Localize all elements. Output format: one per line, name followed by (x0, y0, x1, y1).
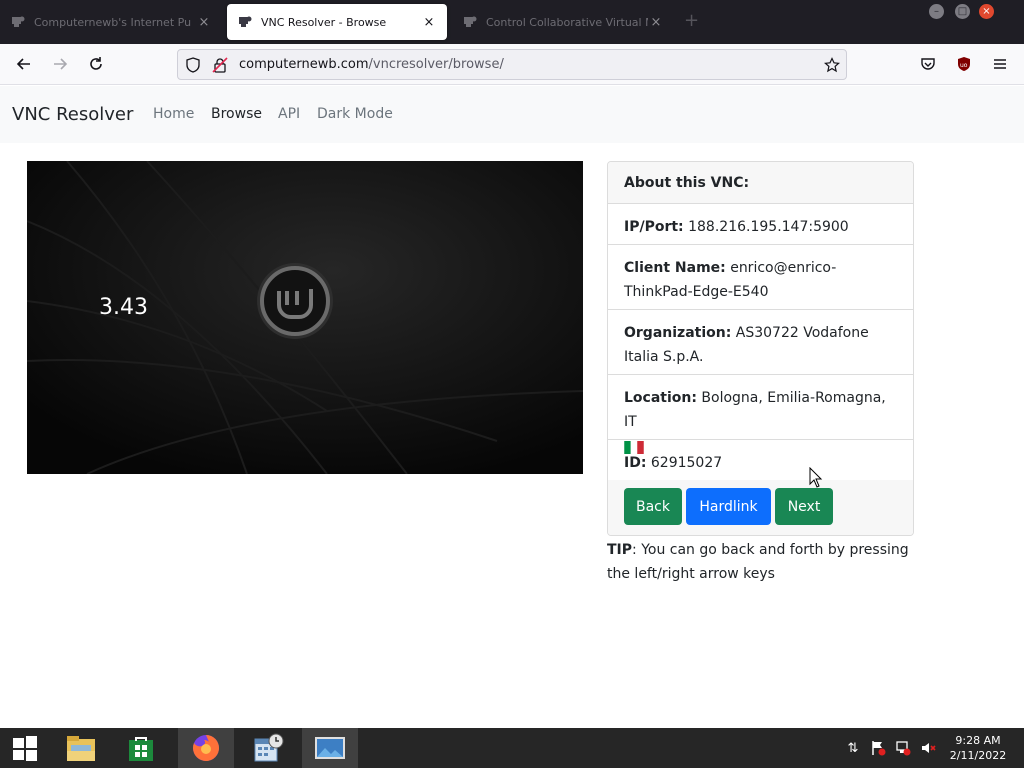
nav-link-api[interactable]: API (278, 106, 300, 122)
nav-link-home[interactable]: Home (153, 106, 194, 122)
card-header: About this VNC: (608, 162, 913, 204)
tip-body: : You can go back and forth by pressing … (607, 542, 909, 582)
tab-title: Control Collaborative Virtual M (486, 15, 648, 29)
card-footer: Back Hardlink Next (608, 480, 913, 535)
site-navbar: VNC Resolver Home Browse API Dark Mode (0, 86, 1024, 143)
close-icon[interactable]: × (196, 15, 212, 30)
new-tab-button[interactable]: + (684, 12, 699, 30)
organization-label: Organization: (624, 325, 732, 341)
url-domain: computernewb.com (239, 57, 369, 72)
back-arrow-icon[interactable] (14, 54, 34, 74)
windows-start-icon[interactable] (0, 728, 50, 768)
id-row: ID: 62915027 (608, 440, 913, 481)
back-button[interactable]: Back (624, 488, 682, 525)
id-value: 62915027 (646, 455, 723, 471)
ip-port-label: IP/Port: (624, 219, 684, 235)
minimize-window-button[interactable]: – (929, 4, 944, 19)
menu-icon[interactable] (990, 54, 1010, 74)
browser-tab-bar: Computernewb's Internet Pu × VNC Resolve… (0, 0, 1024, 44)
store-icon[interactable] (116, 728, 166, 768)
firefox-icon[interactable] (178, 728, 234, 768)
close-icon[interactable]: × (648, 15, 664, 30)
svg-text:uo: uo (960, 62, 968, 69)
reload-icon[interactable] (86, 54, 106, 74)
shield-icon[interactable] (183, 55, 203, 75)
client-name-label: Client Name: (624, 260, 726, 276)
organization-row: Organization: AS30722 Vodafone Italia S.… (608, 310, 913, 375)
vnc-screen-text: 3.43 (99, 295, 148, 320)
tab-title: VNC Resolver - Browse (261, 15, 387, 29)
network-icon[interactable]: ⇅ (843, 738, 863, 758)
hardlink-button[interactable]: Hardlink (686, 488, 771, 525)
close-window-button[interactable]: × (979, 4, 994, 19)
url-text[interactable]: computernewb.com/vncresolver/browse/ (239, 57, 504, 72)
tray-time: 9:28 AM (955, 734, 1001, 747)
taskbar: ⇅ 9:28 AM 2/11/2022 (0, 728, 1024, 768)
ip-port-value: 188.216.195.147:5900 (683, 219, 849, 235)
tray-network-icon[interactable] (893, 738, 913, 758)
lock-warning-icon[interactable] (210, 55, 230, 75)
tab-computernewb[interactable]: Computernewb's Internet Pu × (0, 4, 222, 40)
ublock-icon[interactable]: uo (954, 54, 974, 74)
close-icon[interactable]: × (421, 15, 437, 30)
volume-muted-icon[interactable] (918, 738, 938, 758)
image-viewer-icon[interactable] (302, 728, 358, 768)
tray-clock[interactable]: 9:28 AM 2/11/2022 (943, 733, 1013, 763)
star-icon[interactable] (822, 55, 842, 75)
tab-title: Computernewb's Internet Pu (34, 15, 192, 29)
calendar-icon[interactable] (240, 728, 296, 768)
tip-label: TIP (607, 542, 633, 558)
nav-link-dark-mode[interactable]: Dark Mode (317, 106, 393, 122)
client-name-row: Client Name: enrico@enrico-ThinkPad-Edge… (608, 245, 913, 310)
id-label: ID: (624, 455, 647, 471)
pocket-icon[interactable] (918, 54, 938, 74)
favicon-icon (10, 14, 26, 30)
url-bar[interactable]: computernewb.com/vncresolver/browse/ (177, 49, 847, 80)
url-path: /vncresolver/browse/ (368, 57, 504, 72)
flag-icon[interactable] (868, 738, 888, 758)
file-explorer-icon[interactable] (56, 728, 106, 768)
nav-link-browse[interactable]: Browse (211, 106, 262, 122)
tab-control-collaborative[interactable]: Control Collaborative Virtual M × (452, 4, 674, 40)
ip-port-row: IP/Port: 188.216.195.147:5900 (608, 204, 913, 245)
forward-arrow-icon[interactable] (50, 54, 70, 74)
location-label: Location: (624, 390, 697, 406)
maximize-window-button[interactable]: □ (955, 4, 970, 19)
vnc-screenshot: 3.43 (27, 161, 583, 474)
next-button[interactable]: Next (775, 488, 833, 525)
mint-logo-icon (257, 263, 333, 339)
favicon-icon (237, 14, 253, 30)
vnc-info-card: About this VNC: IP/Port: 188.216.195.147… (607, 161, 914, 536)
site-brand[interactable]: VNC Resolver (12, 104, 133, 125)
location-row: Location: Bologna, Emilia-Romagna, IT (608, 375, 913, 454)
browser-toolbar: computernewb.com/vncresolver/browse/ uo (0, 44, 1024, 85)
favicon-icon (462, 14, 478, 30)
tray-date: 2/11/2022 (949, 749, 1007, 762)
tip-text: TIP: You can go back and forth by pressi… (607, 538, 917, 586)
tab-vnc-resolver[interactable]: VNC Resolver - Browse × (227, 4, 447, 40)
mouse-cursor-icon (809, 467, 823, 488)
